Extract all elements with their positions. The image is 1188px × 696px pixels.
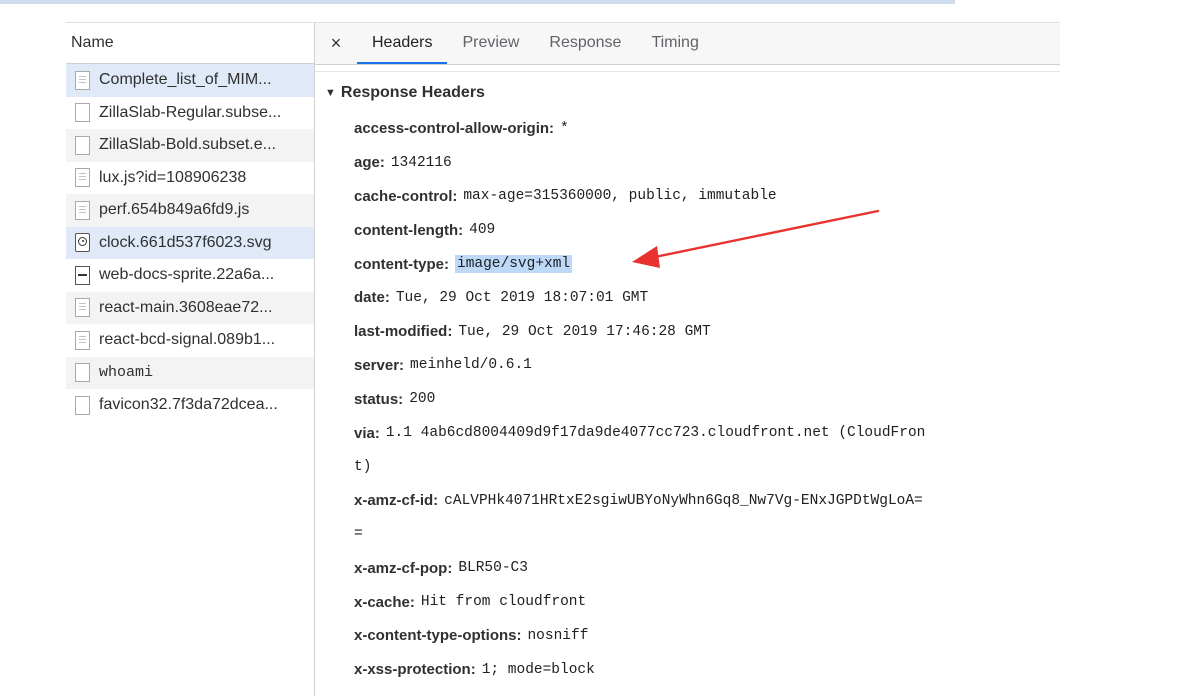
request-name: whoami [99,364,154,382]
response-headers-list: access-control-allow-origin: * age: 1342116… [354,112,1054,687]
header-row: x-content-type-options: nosniff [354,619,1054,653]
request-name: favicon32.7f3da72dcea... [99,396,278,414]
header-key: x-amz-cf-pop: [354,559,453,577]
header-value-highlighted: image/svg+xml [455,255,573,274]
header-value: Hit from cloudfront [420,594,587,611]
header-value: Tue, 29 Oct 2019 17:46:28 GMT [458,323,711,340]
header-row: cache-control: max-age=315360000, public,… [354,180,1054,214]
header-value: * [560,120,569,137]
tab-headers[interactable]: Headers [357,23,448,64]
header-key: last-modified: [354,323,453,341]
file-icon [75,103,90,123]
header-key: date: [354,289,390,307]
file-icon [75,135,90,155]
header-key: content-length: [354,221,464,239]
request-name: ZillaSlab-Regular.subse... [99,103,282,121]
section-title: Response Headers [340,84,485,101]
tab-response[interactable]: Response [534,23,636,64]
header-value: 1342116 [390,154,452,171]
script-icon [75,168,90,188]
tab-divider [315,65,1060,72]
header-value-continuation: = [354,526,363,543]
response-headers-section-toggle[interactable]: ▼ Response Headers [325,84,1060,102]
request-details-panel: × Headers Preview Response Timing ▼ Respons… [315,22,1060,696]
header-key: server: [354,356,405,374]
header-key: via: [354,424,380,442]
request-name: react-bcd-signal.089b1... [99,331,276,349]
script-icon [75,200,90,220]
header-value-continuation: t) [354,458,372,475]
sprite-icon [75,265,90,285]
header-value: 200 [409,391,436,408]
header-value: 1.1 4ab6cd8004409d9f17da9de4077cc723.clo… [385,425,926,442]
document-icon [75,70,90,90]
header-row: x-xss-protection: 1; mode=block [354,653,1054,687]
header-row: server: meinheld/0.6.1 [354,349,1054,383]
header-row: via: 1.1 4ab6cd8004409d9f17da9de4077cc723… [354,416,1054,450]
request-name: web-docs-sprite.22a6a... [99,266,275,284]
request-name: react-main.3608eae72... [99,298,273,316]
header-value: BLR50-C3 [458,560,528,577]
request-row[interactable]: ZillaSlab-Regular.subse... [66,97,314,130]
name-column-header[interactable]: Name [66,22,314,64]
request-row[interactable]: lux.js?id=108906238 [66,162,314,195]
request-row[interactable]: ZillaSlab-Bold.subset.e... [66,129,314,162]
header-row: last-modified: Tue, 29 Oct 2019 17:46:28 … [354,315,1054,349]
header-key: x-amz-cf-id: [354,492,439,510]
request-row[interactable]: whoami [66,356,314,389]
header-row: content-type: image/svg+xml [354,247,1054,281]
request-row[interactable]: clock.661d537f6023.svg [66,226,314,259]
header-key: x-content-type-options: [354,627,522,645]
header-row: date: Tue, 29 Oct 2019 18:07:01 GMT [354,281,1054,315]
header-key: status: [354,390,404,408]
script-icon [75,298,90,318]
header-value: meinheld/0.6.1 [410,357,532,374]
tab-timing[interactable]: Timing [636,23,713,64]
request-row[interactable]: Complete_list_of_MIM... [66,64,314,97]
header-key: content-type: [354,255,449,273]
request-row[interactable]: react-main.3608eae72... [66,291,314,324]
header-value: cALVPHk4071HRtxE2sgiwUBYoNyWhn6Gq8_Nw7Vg… [444,492,923,509]
request-row[interactable]: perf.654b849a6fd9.js [66,194,314,227]
header-key: access-control-allow-origin: [354,120,555,138]
file-icon [75,395,90,415]
header-row: access-control-allow-origin: * [354,112,1054,146]
expand-triangle-icon: ▼ [325,87,336,99]
header-value: nosniff [527,627,589,644]
header-row: content-length: 409 [354,213,1054,247]
request-name: lux.js?id=108906238 [99,168,247,186]
image-icon [75,233,90,253]
request-list: Complete_list_of_MIM... ZillaSlab-Regular… [66,64,314,422]
file-icon [75,363,90,383]
close-icon[interactable]: × [315,33,357,54]
header-row: age: 1342116 [354,146,1054,180]
request-name-panel: Name Complete_list_of_MIM... ZillaSlab-Re… [66,22,315,696]
header-key: cache-control: [354,187,458,205]
header-row: status: 200 [354,382,1054,416]
header-key: x-xss-protection: [354,661,476,679]
script-icon [75,330,90,350]
tab-preview[interactable]: Preview [447,23,534,64]
request-row[interactable]: web-docs-sprite.22a6a... [66,259,314,292]
request-name: clock.661d537f6023.svg [99,233,272,251]
header-value: max-age=315360000, public, immutable [463,188,777,205]
request-name: Complete_list_of_MIM... [99,71,272,89]
request-row[interactable]: react-bcd-signal.089b1... [66,324,314,357]
header-key: x-cache: [354,593,415,611]
header-row: x-amz-cf-id: cALVPHk4071HRtxE2sgiwUBYoNyW… [354,484,1054,518]
details-tabbar: × Headers Preview Response Timing [315,22,1060,65]
header-value: 409 [469,222,496,239]
header-row: x-cache: Hit from cloudfront [354,585,1054,619]
request-name: ZillaSlab-Bold.subset.e... [99,136,276,154]
header-value: 1; mode=block [481,661,595,678]
request-row[interactable]: favicon32.7f3da72dcea... [66,389,314,422]
header-key: age: [354,154,385,172]
header-row: x-amz-cf-pop: BLR50-C3 [354,551,1054,585]
request-name: perf.654b849a6fd9.js [99,201,250,219]
header-value: Tue, 29 Oct 2019 18:07:01 GMT [395,289,649,306]
top-highlight-strip [0,0,955,4]
